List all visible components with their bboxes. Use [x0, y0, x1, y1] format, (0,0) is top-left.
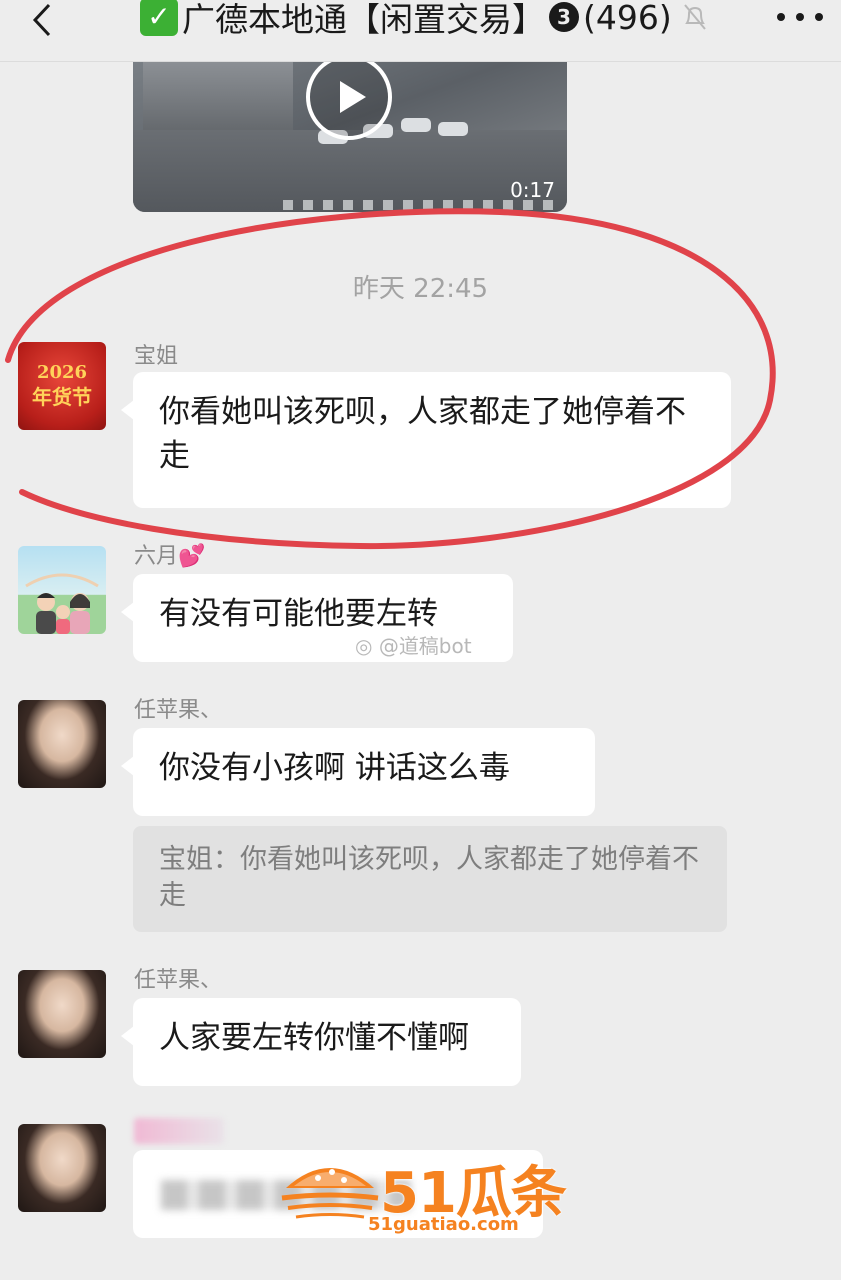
avatar[interactable]: [18, 700, 106, 788]
message-text: 你看她叫该死呗，人家都走了她停着不走: [159, 394, 686, 475]
chevron-left-icon: [32, 3, 51, 37]
message-text: 人家要左转你懂不懂啊: [159, 1020, 469, 1056]
more-dot-icon: [777, 13, 785, 21]
avatar-year-text: 2026: [36, 362, 88, 383]
video-message[interactable]: 0:17: [133, 60, 567, 212]
sender-name: 六月💕: [134, 544, 206, 569]
avatar[interactable]: 2026 年货节: [18, 342, 106, 430]
weibo-icon: ◎: [355, 634, 379, 658]
video-thumbnail-car: [438, 122, 468, 136]
sender-name: 宝姐: [134, 344, 179, 369]
chat-header: ✓ 广德本地通【闲置交易】 3 (496): [0, 0, 841, 62]
watermelon-logo-icon: [281, 1168, 379, 1219]
chat-title[interactable]: ✓ 广德本地通【闲置交易】 3 (496): [140, 0, 740, 39]
mute-bell-icon: [682, 3, 708, 31]
weibo-watermark: ◎ @道稿bot: [355, 630, 472, 659]
blurred-sender-name: [134, 1118, 224, 1144]
more-dot-icon: [796, 13, 804, 21]
video-duration: 0:17: [510, 178, 555, 202]
avatar[interactable]: [18, 970, 106, 1058]
more-options-button[interactable]: [777, 2, 823, 32]
weibo-handle: @道稿bot: [378, 634, 472, 658]
message-bubble[interactable]: 你没有小孩啊 讲话这么毒: [121, 728, 595, 816]
site-watermark-logo: 51瓜条 51guatiao.com: [280, 1148, 570, 1240]
quoted-text: 宝姐：你看她叫该死呗，人家都走了她停着不走: [159, 844, 699, 912]
video-thumbnail-car: [401, 118, 431, 132]
sender-name: 任苹果、: [134, 968, 223, 993]
more-dot-icon: [815, 13, 823, 21]
sender-name: 任苹果、: [134, 698, 223, 723]
check-mark-icon: ✓: [140, 0, 178, 36]
message-bubble[interactable]: 人家要左转你懂不懂啊: [121, 998, 521, 1086]
message-text: 你没有小孩啊 讲话这么毒: [159, 750, 510, 786]
avatar-family-illustration: [25, 573, 99, 634]
logo-url: 51guatiao.com: [368, 1214, 519, 1235]
message-bubble[interactable]: 你看她叫该死呗，人家都走了她停着不走: [121, 372, 731, 508]
avatar[interactable]: [18, 1124, 106, 1212]
quoted-message[interactable]: 宝姐：你看她叫该死呗，人家都走了她停着不走: [133, 826, 727, 932]
message-timestamp: 昨天 22:45: [352, 274, 489, 304]
member-count: (496): [583, 0, 672, 37]
avatar-festival-text: 年货节: [32, 385, 92, 409]
back-button[interactable]: [22, 0, 62, 40]
avatar[interactable]: [18, 546, 106, 634]
unread-badge: 3: [549, 2, 579, 32]
group-name: 广德本地通【闲置交易】: [182, 0, 545, 39]
message-text: 有没有可能他要左转: [159, 596, 438, 632]
